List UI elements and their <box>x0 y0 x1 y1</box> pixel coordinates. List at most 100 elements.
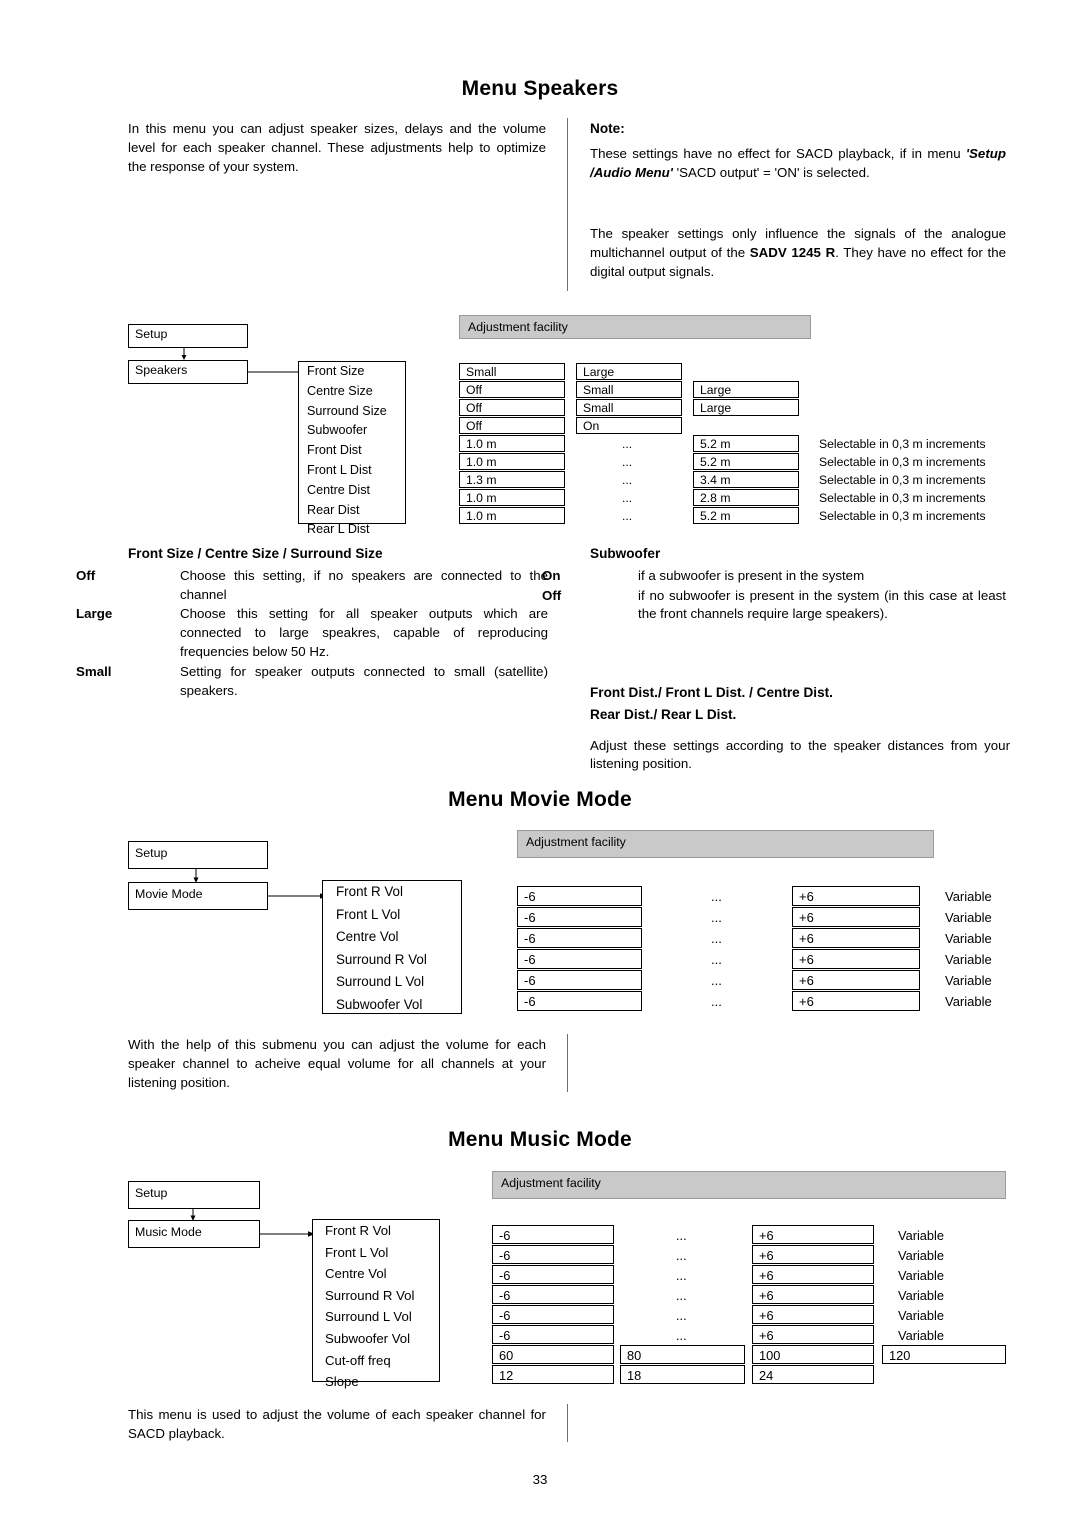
node-setup-movie[interactable]: Setup <box>128 841 268 869</box>
menu-item[interactable]: Slope <box>313 1371 439 1393</box>
value-cell[interactable]: 2.8 m <box>693 489 799 506</box>
value-cell[interactable]: 3.4 m <box>693 471 799 488</box>
value-cell[interactable]: Large <box>576 363 682 380</box>
distances-heading-line1: Front Dist./ Front L Dist. / Centre Dist… <box>590 685 833 700</box>
value-cell[interactable]: -6 <box>492 1325 614 1344</box>
value-cell[interactable]: Large <box>693 381 799 398</box>
node-menu-music[interactable]: Music Mode <box>128 1220 260 1248</box>
menu-items-movie: Front R Vol Front L Vol Centre Vol Surro… <box>322 880 462 1014</box>
value-cell[interactable]: 5.2 m <box>693 435 799 452</box>
arrow-down-music <box>190 1208 196 1221</box>
ellipsis: ... <box>622 509 633 523</box>
menu-item[interactable]: Surround R Vol <box>313 1285 439 1307</box>
value-cell[interactable]: +6 <box>792 928 920 948</box>
value-cell[interactable]: +6 <box>792 991 920 1011</box>
node-menu-movie[interactable]: Movie Mode <box>128 882 268 910</box>
definition-term: Off <box>542 587 562 603</box>
menu-item[interactable]: Front Dist <box>299 441 405 461</box>
value-cell[interactable]: 1.0 m <box>459 435 565 452</box>
value-cell[interactable]: -6 <box>517 970 642 990</box>
divider-vertical-2 <box>567 1034 568 1092</box>
value-cell[interactable]: Small <box>576 399 682 416</box>
value-cell[interactable]: -6 <box>517 928 642 948</box>
value-cell[interactable]: 5.2 m <box>693 507 799 524</box>
value-cell[interactable]: +6 <box>752 1225 874 1244</box>
menu-item[interactable]: Front L Vol <box>323 904 461 927</box>
definition-text: if a subwoofer is present in the system <box>638 567 865 583</box>
definition-text: Setting for speaker outputs connected to… <box>180 663 548 698</box>
menu-item[interactable]: Surround L Vol <box>313 1306 439 1328</box>
menu-item[interactable]: Surround L Vol <box>323 971 461 994</box>
variable-note: Variable <box>945 910 992 925</box>
menu-item[interactable]: Cut-off freq <box>313 1350 439 1372</box>
value-cell[interactable]: 60 <box>492 1345 614 1364</box>
value-cell[interactable]: Small <box>576 381 682 398</box>
value-cell[interactable]: +6 <box>792 907 920 927</box>
value-cell[interactable]: On <box>576 417 682 434</box>
value-cell[interactable]: -6 <box>492 1245 614 1264</box>
menu-item[interactable]: Subwoofer <box>299 421 405 441</box>
menu-item[interactable]: Surround R Vol <box>323 949 461 972</box>
value-cell[interactable]: +6 <box>752 1325 874 1344</box>
arrow-down-speakers <box>181 347 187 360</box>
menu-items-music: Front R Vol Front L Vol Centre Vol Surro… <box>312 1219 440 1389</box>
menu-item[interactable]: Centre Vol <box>323 926 461 949</box>
menu-item[interactable]: Front L Vol <box>313 1242 439 1264</box>
node-menu-speakers[interactable]: Speakers <box>128 360 248 384</box>
menu-item[interactable]: Rear Dist <box>299 501 405 521</box>
menu-item[interactable]: Front L Dist <box>299 461 405 481</box>
node-setup-speakers[interactable]: Setup <box>128 324 248 348</box>
note-paragraph-2: The speaker settings only influence the … <box>590 225 1006 281</box>
value-cell[interactable]: 1.0 m <box>459 453 565 470</box>
value-cell[interactable]: -6 <box>492 1225 614 1244</box>
value-cell[interactable]: -6 <box>517 949 642 969</box>
page-number: 33 <box>532 1472 548 1487</box>
value-cell[interactable]: 1.0 m <box>459 507 565 524</box>
variable-note: Variable <box>945 931 992 946</box>
value-cell[interactable]: -6 <box>492 1285 614 1304</box>
value-cell[interactable]: 18 <box>620 1365 745 1384</box>
value-cell[interactable]: +6 <box>752 1285 874 1304</box>
menu-item[interactable]: Front Size <box>299 362 405 382</box>
value-cell[interactable]: 1.0 m <box>459 489 565 506</box>
definition-term: On <box>542 567 561 583</box>
value-cell[interactable]: +6 <box>792 886 920 906</box>
value-cell[interactable]: 12 <box>492 1365 614 1384</box>
value-cell[interactable]: +6 <box>752 1305 874 1324</box>
menu-item[interactable]: Centre Size <box>299 382 405 402</box>
value-cell[interactable]: -6 <box>517 886 642 906</box>
value-cell[interactable]: +6 <box>752 1265 874 1284</box>
menu-item[interactable]: Front R Vol <box>323 881 461 904</box>
value-cell[interactable]: -6 <box>492 1305 614 1324</box>
ellipsis: ... <box>711 973 722 988</box>
value-cell[interactable]: 24 <box>752 1365 874 1384</box>
value-cell[interactable]: +6 <box>792 970 920 990</box>
menu-item[interactable]: Subwoofer Vol <box>323 994 461 1017</box>
value-cell[interactable]: 100 <box>752 1345 874 1364</box>
menu-item[interactable]: Front R Vol <box>313 1220 439 1242</box>
value-cell[interactable]: Off <box>459 399 565 416</box>
value-cell[interactable]: Off <box>459 417 565 434</box>
note-p1-a: These settings have no effect for SACD p… <box>590 146 966 161</box>
value-cell[interactable]: -6 <box>517 991 642 1011</box>
value-cell[interactable]: Small <box>459 363 565 380</box>
definitions-subwoofer: Subwoofer On if a subwoofer is present in… <box>542 545 1006 624</box>
value-cell[interactable]: 1.3 m <box>459 471 565 488</box>
definition-row: On if a subwoofer is present in the syste… <box>542 567 1006 586</box>
value-cell[interactable]: 80 <box>620 1345 745 1364</box>
value-cell[interactable]: -6 <box>492 1265 614 1284</box>
value-cell[interactable]: Off <box>459 381 565 398</box>
node-setup-music[interactable]: Setup <box>128 1181 260 1209</box>
menu-item[interactable]: Centre Vol <box>313 1263 439 1285</box>
menu-item[interactable]: Centre Dist <box>299 481 405 501</box>
value-cell[interactable]: 120 <box>882 1345 1006 1364</box>
ellipsis: ... <box>711 994 722 1009</box>
menu-item[interactable]: Rear L Dist <box>299 520 405 540</box>
menu-item[interactable]: Surround Size <box>299 402 405 422</box>
value-cell[interactable]: +6 <box>752 1245 874 1264</box>
value-cell[interactable]: -6 <box>517 907 642 927</box>
value-cell[interactable]: Large <box>693 399 799 416</box>
value-cell[interactable]: +6 <box>792 949 920 969</box>
value-cell[interactable]: 5.2 m <box>693 453 799 470</box>
menu-item[interactable]: Subwoofer Vol <box>313 1328 439 1350</box>
